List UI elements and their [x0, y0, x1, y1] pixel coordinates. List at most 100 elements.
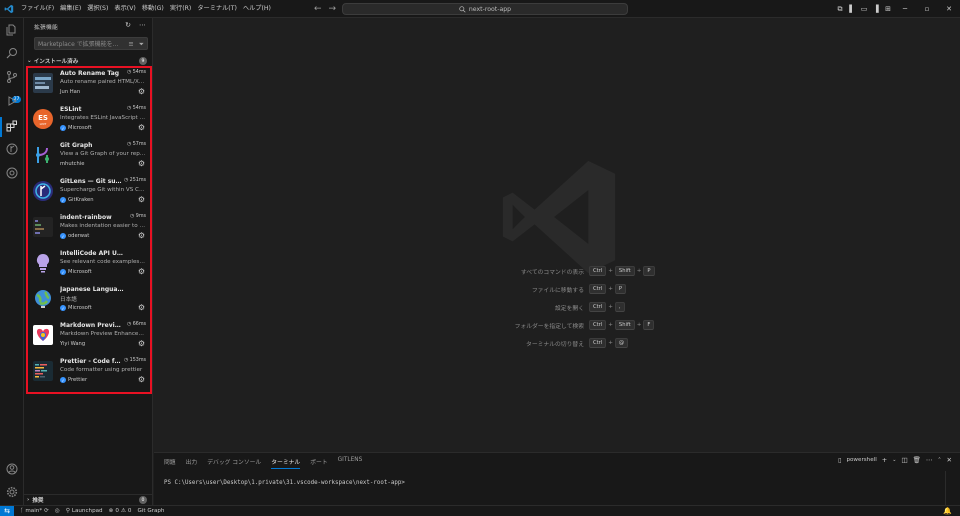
verified-badge-icon: ✓: [60, 305, 66, 311]
terminal-scrollbar[interactable]: [945, 471, 946, 505]
extension-item-git-graph[interactable]: Git Graph ◷ 57ms View a Git Graph of you…: [28, 140, 150, 176]
customize-layout-icon[interactable]: ⊞: [883, 0, 893, 18]
verified-badge-icon: ✓: [60, 269, 66, 275]
panel-tabs: 問題 出力 デバッグ コンソール ターミナル ポート GITLENS: [164, 457, 362, 469]
toggle-secondary-sidebar-icon[interactable]: ▐: [871, 0, 881, 18]
extension-item-japanese-language-pack[interactable]: Japanese Language Pack for VS Code 日本語 ✓…: [28, 284, 150, 320]
extension-description: Supercharge Git within VS Code: [60, 187, 146, 193]
search-actions: ≡ ⏷: [128, 39, 144, 49]
filter-icon[interactable]: ⏷: [139, 39, 144, 49]
terminal-prompt[interactable]: PS C:\Users\user\Desktop\1.private\31.vs…: [164, 480, 405, 486]
extensions-icon[interactable]: [5, 119, 19, 133]
copilot-icon[interactable]: ⧉: [835, 0, 845, 18]
more-actions-icon[interactable]: ⋯: [139, 21, 146, 29]
activation-time: ◷ 153ms: [123, 358, 146, 363]
close-panel-icon[interactable]: ✕: [947, 456, 952, 464]
launchpad-status[interactable]: ⚲ Launchpad: [66, 508, 103, 514]
manage-gear-icon[interactable]: ⚙: [138, 339, 145, 348]
branch-status[interactable]: ᚴ main* ⟳: [20, 508, 49, 514]
maximize-panel-icon[interactable]: ⌃: [937, 457, 941, 463]
toggle-sidebar-icon[interactable]: ▌: [847, 0, 857, 18]
active-indicator: [0, 117, 2, 137]
menu-file[interactable]: ファイル(F): [18, 0, 57, 18]
extension-item-eslint[interactable]: ES LINT ESLint ◷ 54ms Integrates ESLint J…: [28, 104, 150, 140]
tab-debug-console[interactable]: デバッグ コンソール: [207, 457, 261, 469]
activation-time: ◷ 57ms: [127, 142, 146, 147]
clear-filter-icon[interactable]: ≡: [128, 39, 133, 49]
sidebar-title: 拡張機能: [34, 25, 58, 31]
account-icon[interactable]: [5, 462, 19, 476]
menu-run[interactable]: 実行(R): [167, 0, 195, 18]
tab-gitlens[interactable]: GITLENS: [338, 457, 363, 469]
menu-edit[interactable]: 編集(E): [57, 0, 84, 18]
maximize-button[interactable]: ▫: [916, 0, 938, 18]
notifications-bell-icon[interactable]: 🔔: [943, 507, 952, 515]
extension-item-intellicode[interactable]: IntelliCode API Usage Examples See relev…: [28, 248, 150, 284]
shell-label[interactable]: powershell: [846, 457, 876, 463]
extension-item-indent-rainbow[interactable]: indent-rainbow ◷ 9ms Makes indentation e…: [28, 212, 150, 248]
vscode-logo-icon: [0, 0, 18, 18]
manage-gear-icon[interactable]: ⚙: [138, 231, 145, 240]
menu-help[interactable]: ヘルプ(H): [240, 0, 274, 18]
sync-icon: ⟳: [44, 508, 49, 514]
split-terminal-icon[interactable]: ◫: [901, 456, 907, 464]
forward-arrow-icon[interactable]: →: [329, 4, 337, 14]
search-icon[interactable]: [5, 46, 19, 60]
extension-item-gitlens[interactable]: GitLens — Git supercharged ◷ 251ms Super…: [28, 176, 150, 212]
manage-gear-icon[interactable]: ⚙: [138, 375, 145, 384]
close-button[interactable]: ✕: [938, 0, 960, 18]
manage-gear-icon[interactable]: ⚙: [138, 303, 145, 312]
git-graph-activity-icon[interactable]: [5, 166, 19, 180]
recommended-section-header[interactable]: › 推奨 0: [24, 494, 152, 504]
menu-selection[interactable]: 選択(S): [84, 0, 111, 18]
toggle-panel-icon[interactable]: ▭: [859, 0, 869, 18]
minimize-button[interactable]: ─: [894, 0, 916, 18]
verified-badge-icon: ✓: [60, 125, 66, 131]
tab-ports[interactable]: ポート: [310, 457, 327, 469]
extension-item-auto-rename-tag[interactable]: Auto Rename Tag ◷ 54ms Auto rename paire…: [28, 68, 150, 104]
more-actions-icon[interactable]: ⋯: [926, 456, 933, 464]
tab-terminal[interactable]: ターミナル: [271, 457, 301, 469]
verified-badge-icon: ✓: [60, 377, 66, 383]
account-status-icon[interactable]: ◎: [55, 508, 60, 514]
installed-section-header[interactable]: ⌄ インストール済み 9: [24, 56, 152, 66]
extension-search-input[interactable]: [38, 39, 118, 49]
tab-output[interactable]: 出力: [186, 457, 198, 469]
run-debug-icon[interactable]: [5, 94, 19, 108]
svg-text:ES: ES: [38, 114, 48, 122]
new-terminal-icon[interactable]: +: [882, 456, 887, 464]
terminal-dropdown-icon[interactable]: ⌄: [892, 457, 896, 463]
command-center[interactable]: next-root-app: [342, 3, 628, 15]
manage-gear-icon[interactable]: ⚙: [138, 87, 145, 96]
extension-name: Prettier - Code formatter: [60, 358, 124, 365]
verified-badge-icon: ✓: [60, 233, 66, 239]
title-bar-controls: ⧉ ▌ ▭ ▐ ⊞ ─ ▫ ✕: [834, 0, 960, 18]
problems-status[interactable]: ⊗ 0 ⚠ 0: [109, 508, 132, 514]
svg-text:LINT: LINT: [40, 122, 47, 126]
prettier-icon: [33, 361, 53, 381]
manage-gear-icon[interactable]: ⚙: [138, 267, 145, 276]
installed-label: インストール済み: [33, 59, 79, 65]
manage-gear-icon[interactable]: ⚙: [138, 159, 145, 168]
menu-go[interactable]: 移動(G): [139, 0, 167, 18]
source-control-icon[interactable]: [5, 70, 19, 84]
gitlens-activity-icon[interactable]: [5, 142, 19, 156]
remote-indicator-icon[interactable]: ⇆: [0, 505, 14, 516]
manage-gear-icon[interactable]: ⚙: [138, 123, 145, 132]
launchpad-icon: ⚲: [65, 508, 70, 514]
settings-gear-icon[interactable]: [5, 485, 19, 499]
refresh-icon[interactable]: ↻: [125, 21, 131, 29]
menu-view[interactable]: 表示(V): [111, 0, 138, 18]
extension-name: GitLens — Git supercharged: [60, 178, 124, 185]
git-graph-status[interactable]: Git Graph: [137, 508, 164, 514]
extension-item-markdown-preview-enhanced[interactable]: Markdown Preview Enhanced ◷ 66ms Markdow…: [28, 320, 150, 356]
tab-problems[interactable]: 問題: [164, 457, 176, 469]
back-arrow-icon[interactable]: ←: [314, 4, 322, 14]
extension-item-prettier[interactable]: Prettier - Code formatter ◷ 153ms Code f…: [28, 356, 150, 392]
kill-terminal-icon[interactable]: 🗑: [913, 456, 921, 464]
recommended-label: 推奨: [32, 497, 44, 504]
manage-gear-icon[interactable]: ⚙: [138, 195, 145, 204]
menu-terminal[interactable]: ターミナル(T): [194, 0, 240, 18]
explorer-icon[interactable]: [5, 23, 19, 37]
extension-name: Auto Rename Tag: [60, 70, 120, 77]
